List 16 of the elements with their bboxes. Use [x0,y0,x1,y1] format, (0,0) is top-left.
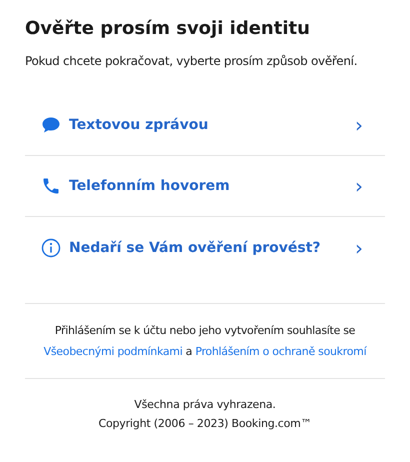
chevron-icon: › [355,238,363,258]
copyright-text: Copyright (2006 – 2023) Booking.com™ [98,416,312,432]
terms-link[interactable]: Všeobecnými podmínkami [44,345,182,358]
verification-option[interactable]: Nedaří se Vám ověření provést? › [25,217,385,278]
chat-bubble-icon [41,115,61,135]
info-icon [41,238,61,258]
verification-option[interactable]: Telefonním hovorem › [25,156,385,217]
legal-notice: Přihlášením se k účtu nebo jeho vytvořením souhlasíte se Všeobecnými podmínkami a Prohlášením o ochraně soukromí [42,323,368,360]
verification-option[interactable]: Textovou zprávou › [25,95,385,156]
chevron-icon: › [355,176,363,196]
chevron-icon: › [355,115,363,135]
instruction-text: Pokud chcete pokračovat, vyberte prosím způsob ověření. [25,53,358,70]
copyright-text: Všechna práva vyhrazena. [134,397,276,413]
page-title: Ověřte prosím svoji identitu [25,17,311,41]
phone-icon [41,176,61,196]
privacy-link[interactable]: Prohlášením o ochraně soukromí [195,345,366,358]
